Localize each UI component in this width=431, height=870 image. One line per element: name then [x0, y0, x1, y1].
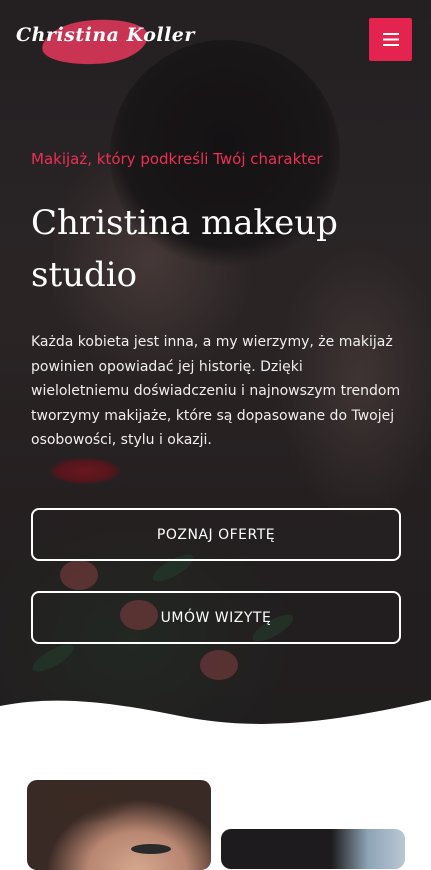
hero-description: Każda kobieta jest inna, a my wierzymy, …: [31, 334, 401, 448]
gallery-image-card[interactable]: [221, 829, 405, 869]
gallery-image-card[interactable]: [27, 780, 211, 870]
logo-text: Christina Koller: [16, 24, 195, 46]
book-appointment-button[interactable]: UMÓW WIZYTĘ: [31, 591, 401, 644]
site-logo[interactable]: Christina Koller: [16, 14, 195, 68]
hamburger-icon: [382, 33, 399, 46]
page-title: Christina makeup studio: [31, 203, 338, 295]
view-offer-button[interactable]: POZNAJ OFERTĘ: [31, 508, 401, 561]
hero-wave-divider: [0, 700, 431, 770]
hero-tagline: Makijaż, który podkreśli Twój charakter: [31, 150, 323, 168]
gallery-image-eye: [131, 844, 171, 854]
menu-button[interactable]: [369, 18, 412, 61]
